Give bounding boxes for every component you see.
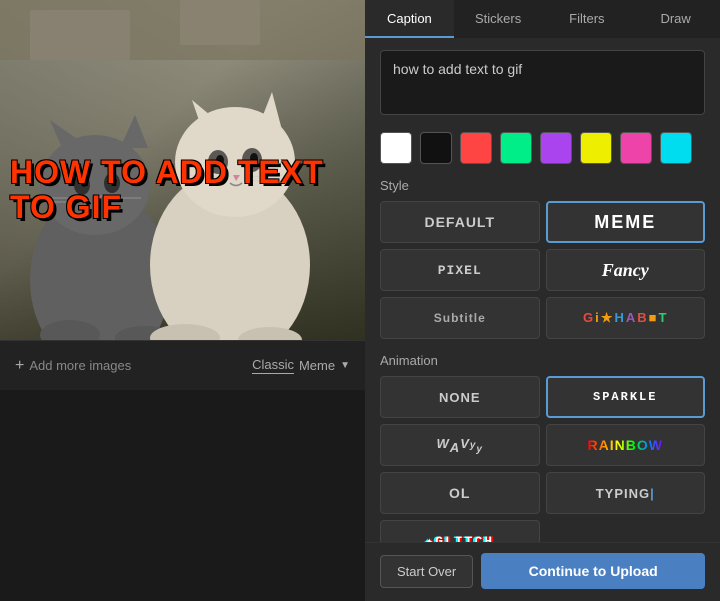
bottom-toolbar: + Add more images Classic Meme ▼ xyxy=(0,340,365,390)
style-fancy-label: Fancy xyxy=(602,260,649,281)
color-swatches xyxy=(380,132,705,164)
anim-sparkle-label: SPARKLE xyxy=(593,390,657,404)
style-section-label: Style xyxy=(380,178,705,193)
style-btn-meme[interactable]: MEME xyxy=(546,201,706,243)
color-swatch-pink[interactable] xyxy=(620,132,652,164)
anim-btn-sparkle[interactable]: SPARKLE xyxy=(546,376,706,418)
style-btn-default[interactable]: DEFAULT xyxy=(380,201,540,243)
style-selector[interactable]: Classic Meme ▼ xyxy=(252,357,350,374)
tab-stickers-label: Stickers xyxy=(475,11,521,26)
add-more-label: Add more images xyxy=(29,358,131,373)
anim-btn-wavy[interactable]: WAVyy xyxy=(380,424,540,466)
anim-wavy-label: WAVyy xyxy=(437,438,483,453)
style-btn-pixel[interactable]: PIXEL xyxy=(380,249,540,291)
plus-icon: + xyxy=(15,357,24,375)
tab-filters[interactable]: Filters xyxy=(543,0,632,38)
anim-btn-glitch[interactable]: ✦GLITCH xyxy=(380,520,540,542)
style-alphabet-text: Gi★HAB■T xyxy=(583,310,667,326)
tab-caption[interactable]: Caption xyxy=(365,0,454,38)
anim-btn-ol[interactable]: OL xyxy=(380,472,540,514)
color-swatch-red[interactable] xyxy=(460,132,492,164)
tab-bar: Caption Stickers Filters Draw xyxy=(365,0,720,38)
anim-rainbow-label: RAINBOW xyxy=(588,437,663,453)
bottom-buttons: Start Over Continue to Upload xyxy=(365,542,720,601)
caption-text-input[interactable]: how to add text to gif xyxy=(380,50,705,115)
color-swatch-white[interactable] xyxy=(380,132,412,164)
color-swatch-green[interactable] xyxy=(500,132,532,164)
anim-btn-rainbow[interactable]: RAINBOW xyxy=(546,424,706,466)
tab-draw[interactable]: Draw xyxy=(631,0,720,38)
style-grid: DEFAULT MEME PIXEL Fancy Subtitle Gi★HAB… xyxy=(380,201,705,339)
start-over-button[interactable]: Start Over xyxy=(380,555,473,588)
animation-grid: NONE SPARKLE WAVyy RAINBOW OL TYPIN xyxy=(380,376,705,542)
anim-btn-none[interactable]: NONE xyxy=(380,376,540,418)
color-swatch-purple[interactable] xyxy=(540,132,572,164)
style-meme-text-label: MEME xyxy=(594,212,656,233)
tab-filters-label: Filters xyxy=(569,11,604,26)
add-more-images[interactable]: + Add more images xyxy=(15,357,131,375)
color-swatch-black[interactable] xyxy=(420,132,452,164)
left-panel: HOW TO ADD TEXT TO GIF + Add more images… xyxy=(0,0,365,601)
anim-ol-label: OL xyxy=(449,485,470,501)
style-btn-fancy[interactable]: Fancy xyxy=(546,249,706,291)
dropdown-arrow-icon: ▼ xyxy=(340,360,350,371)
color-swatch-cyan[interactable] xyxy=(660,132,692,164)
tab-caption-label: Caption xyxy=(387,11,432,26)
style-default-label: DEFAULT xyxy=(424,214,495,230)
style-classic-label: Classic xyxy=(252,357,294,374)
style-btn-subtitle[interactable]: Subtitle xyxy=(380,297,540,339)
style-subtitle-label: Subtitle xyxy=(434,311,486,325)
animation-section-label: Animation xyxy=(380,353,705,368)
style-btn-alphabet[interactable]: Gi★HAB■T xyxy=(546,297,706,339)
tab-draw-label: Draw xyxy=(660,11,690,26)
gif-preview: HOW TO ADD TEXT TO GIF xyxy=(0,0,365,340)
color-swatch-yellow[interactable] xyxy=(580,132,612,164)
anim-btn-typing[interactable]: TYPING| xyxy=(546,472,706,514)
tab-stickers[interactable]: Stickers xyxy=(454,0,543,38)
panel-content: how to add text to gif Style DEFAULT MEM… xyxy=(365,38,720,542)
anim-none-label: NONE xyxy=(439,390,481,405)
continue-upload-button[interactable]: Continue to Upload xyxy=(481,553,705,589)
right-panel: Caption Stickers Filters Draw how to add… xyxy=(365,0,720,601)
style-meme-label: Meme xyxy=(299,358,335,373)
anim-typing-label: TYPING| xyxy=(596,486,655,501)
style-pixel-label: PIXEL xyxy=(438,263,482,278)
anim-glitch-label: ✦GLITCH xyxy=(425,534,494,543)
gif-overlay-text: HOW TO ADD TEXT TO GIF xyxy=(5,155,365,225)
